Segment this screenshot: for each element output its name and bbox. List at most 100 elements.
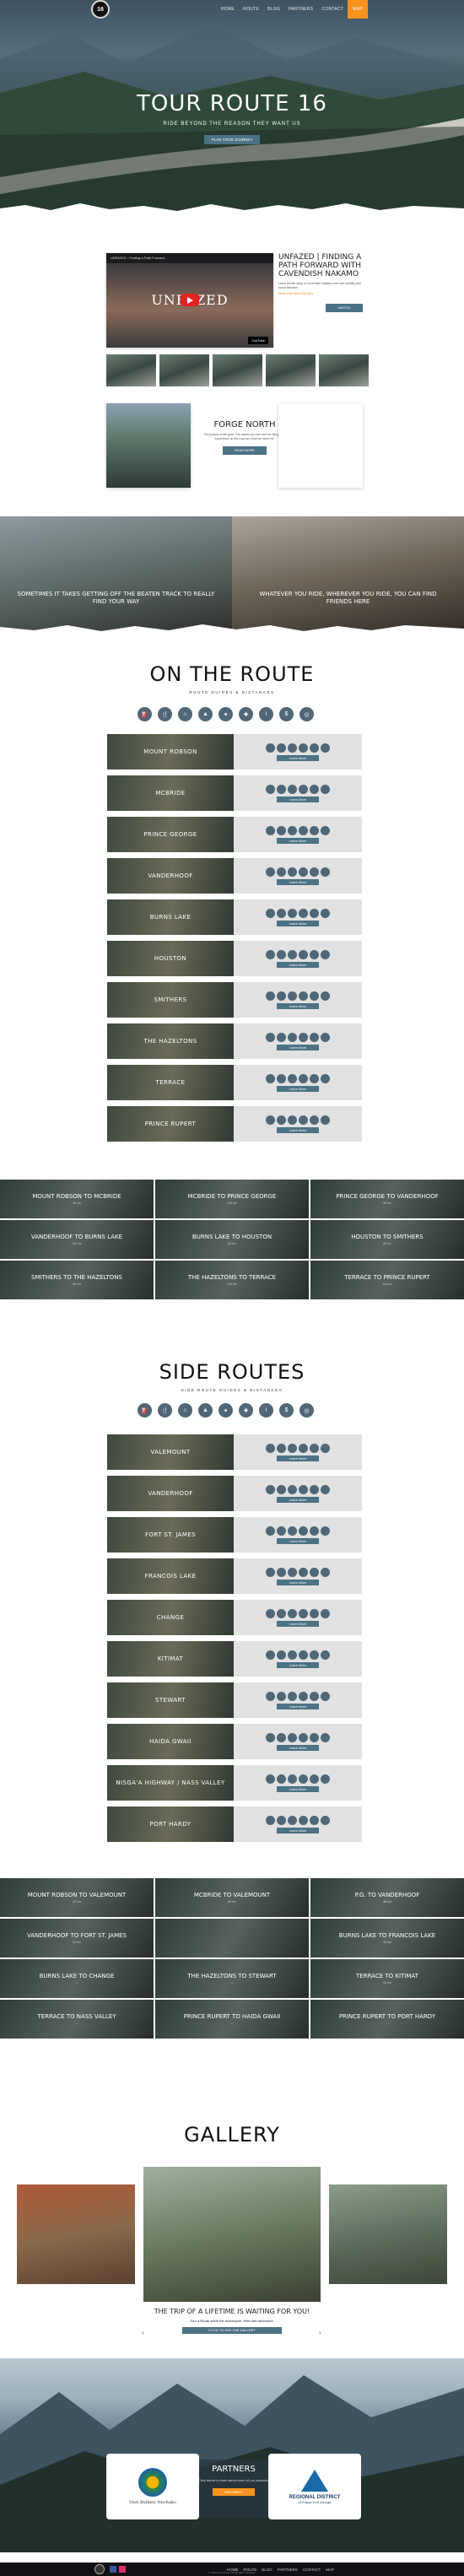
view-icon[interactable]: ◎ bbox=[299, 1403, 314, 1418]
learn-more-button[interactable]: Learn More bbox=[277, 961, 319, 968]
route-image[interactable]: HOUSTON bbox=[107, 941, 234, 976]
route-row[interactable]: KITIMAT Learn More bbox=[107, 1641, 362, 1677]
route-row[interactable]: HOUSTON Learn More bbox=[107, 941, 362, 976]
site-logo[interactable]: 16 bbox=[91, 0, 110, 19]
nav-contact[interactable]: CONTACT bbox=[317, 3, 348, 15]
route-leg-tile[interactable]: HOUSTON TO SMITHERS 65 km bbox=[310, 1220, 464, 1259]
partners-button[interactable]: PARTNERS bbox=[213, 2488, 255, 2496]
learn-more-button[interactable]: Learn More bbox=[277, 1744, 319, 1751]
gallery-image-main[interactable] bbox=[143, 2167, 321, 2302]
route-leg-tile[interactable]: BURNS LAKE TO FRANCOIS LAKE 24 km bbox=[310, 1919, 464, 1958]
forge-read-more-button[interactable]: READ MORE bbox=[223, 446, 267, 455]
route-leg-tile[interactable]: MCBRIDE TO PRINCE GEORGE 210 km bbox=[155, 1180, 309, 1218]
route-image[interactable]: HAIDA GWAII bbox=[107, 1724, 234, 1759]
route-image[interactable]: SMITHERS bbox=[107, 982, 234, 1018]
route-row[interactable]: PRINCE RUPERT Learn More bbox=[107, 1106, 362, 1142]
route-row[interactable]: CHANGE Learn More bbox=[107, 1600, 362, 1635]
learn-more-button[interactable]: Learn More bbox=[277, 878, 319, 885]
route-row[interactable]: PORT HARDY Learn More bbox=[107, 1806, 362, 1842]
route-row[interactable]: VANDERHOOF Learn More bbox=[107, 858, 362, 894]
route-row[interactable]: FRANCOIS LAKE Learn More bbox=[107, 1558, 362, 1594]
nav-partners[interactable]: PARTNERS bbox=[284, 3, 317, 15]
plan-journey-button[interactable]: PLAN YOUR JOURNEY bbox=[204, 135, 260, 144]
gas-icon[interactable]: ⛽ bbox=[138, 1403, 152, 1418]
route-image[interactable]: NISGA'A HIGHWAY / NASS VALLEY bbox=[107, 1765, 234, 1801]
route-leg-tile[interactable]: P.G. TO VANDERHOOF 98 km bbox=[310, 1878, 464, 1917]
route-image[interactable]: VANDERHOOF bbox=[107, 1476, 234, 1511]
route-image[interactable]: BURNS LAKE bbox=[107, 899, 234, 935]
thumbnail[interactable] bbox=[213, 354, 262, 386]
gallery-image[interactable] bbox=[17, 2184, 135, 2284]
view-icon[interactable]: ◎ bbox=[299, 707, 314, 721]
learn-more-button[interactable]: Learn More bbox=[277, 1827, 319, 1833]
food-icon[interactable]: 🍴 bbox=[158, 707, 172, 721]
info-icon[interactable]: i bbox=[259, 707, 273, 721]
route-leg-tile[interactable]: THE HAZELTONS TO STEWART — bbox=[155, 1959, 309, 1998]
route-leg-tile[interactable]: BURNS LAKE TO CHANGE — bbox=[0, 1959, 154, 1998]
nav-home[interactable]: HOME bbox=[217, 3, 239, 15]
route-row[interactable]: VALEMOUNT Learn More bbox=[107, 1434, 362, 1470]
route-image[interactable]: PRINCE RUPERT bbox=[107, 1106, 234, 1142]
route-leg-tile[interactable]: TERRACE TO NASS VALLEY — bbox=[0, 2000, 154, 2039]
hospital-icon[interactable]: ✚ bbox=[239, 707, 253, 721]
next-arrow-icon[interactable]: › bbox=[319, 2329, 321, 2336]
gallery-button[interactable]: CLICK TO SEE THE GALLERY bbox=[182, 2327, 282, 2334]
prev-arrow-icon[interactable]: ‹ bbox=[142, 2329, 144, 2336]
learn-more-button[interactable]: Learn More bbox=[277, 1496, 319, 1503]
lodging-icon[interactable]: ⌂ bbox=[178, 707, 192, 721]
route-image[interactable]: TERRACE bbox=[107, 1065, 234, 1100]
learn-more-button[interactable]: Learn More bbox=[277, 1620, 319, 1627]
learn-more-button[interactable]: Learn More bbox=[277, 837, 319, 844]
shop-icon[interactable]: $ bbox=[279, 1403, 294, 1418]
learn-more-button[interactable]: Learn More bbox=[277, 920, 319, 926]
hospital-icon[interactable]: ✚ bbox=[239, 1403, 253, 1418]
route-image[interactable]: VALEMOUNT bbox=[107, 1434, 234, 1470]
route-image[interactable]: VANDERHOOF bbox=[107, 858, 234, 894]
route-leg-tile[interactable]: VANDERHOOF TO FORT ST. JAMES 62 km bbox=[0, 1919, 154, 1958]
route-image[interactable]: KITIMAT bbox=[107, 1641, 234, 1677]
play-icon[interactable] bbox=[181, 294, 199, 306]
route-row[interactable]: BURNS LAKE Learn More bbox=[107, 899, 362, 935]
route-leg-tile[interactable]: PRINCE RUPERT TO HAIDA GWAII — bbox=[155, 2000, 309, 2039]
route-row[interactable]: PRINCE GEORGE Learn More bbox=[107, 817, 362, 852]
route-row[interactable]: THE HAZELTONS Learn More bbox=[107, 1023, 362, 1059]
route-row[interactable]: SMITHERS Learn More bbox=[107, 982, 362, 1018]
repair-icon[interactable]: ✦ bbox=[219, 707, 233, 721]
learn-more-button[interactable]: Learn More bbox=[277, 1126, 319, 1133]
route-leg-tile[interactable]: PRINCE GEORGE TO VANDERHOOF 98 km bbox=[310, 1180, 464, 1218]
learn-more-button[interactable]: Learn More bbox=[277, 1044, 319, 1050]
route-row[interactable]: TERRACE Learn More bbox=[107, 1065, 362, 1100]
nav-route[interactable]: ROUTE bbox=[239, 3, 263, 15]
learn-more-button[interactable]: Learn More bbox=[277, 1703, 319, 1709]
route-image[interactable]: MCBRIDE bbox=[107, 775, 234, 811]
route-image[interactable]: THE HAZELTONS bbox=[107, 1023, 234, 1059]
thumbnail[interactable] bbox=[319, 354, 369, 386]
route-leg-tile[interactable]: THE HAZELTONS TO TERRACE 140 km bbox=[155, 1261, 309, 1299]
route-row[interactable]: NISGA'A HIGHWAY / NASS VALLEY Learn More bbox=[107, 1765, 362, 1801]
thumbnail[interactable] bbox=[159, 354, 209, 386]
learn-more-button[interactable]: Learn More bbox=[277, 796, 319, 802]
nav-map-button[interactable]: MAP bbox=[348, 0, 368, 19]
video-link[interactable]: Read more about the story bbox=[278, 292, 363, 295]
bulkley-nechako-logo[interactable]: Visit Bulkley Nechako bbox=[106, 2454, 199, 2519]
shop-icon[interactable]: $ bbox=[279, 707, 294, 721]
route-leg-tile[interactable]: MOUNT ROBSON TO MCBRIDE 95 km bbox=[0, 1180, 154, 1218]
route-leg-tile[interactable]: BURNS LAKE TO HOUSTON 83 km bbox=[155, 1220, 309, 1259]
learn-more-button[interactable]: Learn More bbox=[277, 1002, 319, 1009]
gas-icon[interactable]: ⛽ bbox=[138, 707, 152, 721]
route-row[interactable]: MOUNT ROBSON Learn More bbox=[107, 734, 362, 770]
thumbnail[interactable] bbox=[106, 354, 156, 386]
learn-more-button[interactable]: Learn More bbox=[277, 754, 319, 761]
route-leg-tile[interactable]: VANDERHOOF TO BURNS LAKE 130 km bbox=[0, 1220, 154, 1259]
learn-more-button[interactable]: Learn More bbox=[277, 1455, 319, 1461]
repair-icon[interactable]: ✦ bbox=[219, 1403, 233, 1418]
fraser-fort-george-logo[interactable]: REGIONAL DISTRICT of Fraser-Fort George bbox=[268, 2454, 361, 2519]
learn-more-button[interactable]: Learn More bbox=[277, 1085, 319, 1092]
route-image[interactable]: PORT HARDY bbox=[107, 1806, 234, 1842]
route-leg-tile[interactable]: TERRACE TO PRINCE RUPERT 144 km bbox=[310, 1261, 464, 1299]
video-player[interactable]: UNFAZED - Finding a Path Forward UNFAZED… bbox=[106, 253, 273, 348]
route-image[interactable]: STEWART bbox=[107, 1682, 234, 1718]
info-icon[interactable]: i bbox=[259, 1403, 273, 1418]
route-leg-tile[interactable]: MCBRIDE TO VALEMOUNT 85 km bbox=[155, 1878, 309, 1917]
gallery-image[interactable] bbox=[329, 2184, 447, 2284]
